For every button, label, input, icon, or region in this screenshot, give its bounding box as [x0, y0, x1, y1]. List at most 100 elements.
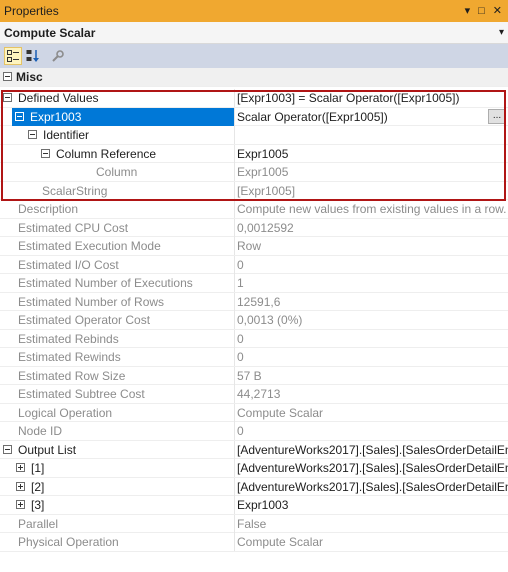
window-title: Properties [4, 4, 59, 18]
property-value[interactable]: Expr1005 [237, 145, 508, 163]
property-name: Node ID [18, 424, 63, 438]
property-pages-icon[interactable] [48, 47, 66, 65]
property-row-output-1[interactable]: [1] [AdventureWorks2017].[Sales].[SalesO… [0, 459, 508, 478]
properties-title-bar: Properties ▾ □ ✕ [0, 0, 508, 22]
property-row-estimated-number-of-executions[interactable]: Estimated Number of Executions 1 [0, 274, 508, 293]
property-value: Expr1005 [237, 165, 289, 179]
property-name: Estimated Number of Rows [18, 294, 165, 309]
property-row-defined-values[interactable]: Defined Values [Expr1003] = Scalar Opera… [0, 89, 508, 108]
expand-icon[interactable] [16, 500, 25, 509]
property-value[interactable]: [AdventureWorks2017].[Sales].[SalesOrder… [237, 441, 508, 459]
categorized-icon[interactable] [4, 47, 22, 65]
property-name: Logical Operation [18, 405, 113, 420]
category-misc[interactable]: Misc [0, 68, 508, 87]
ellipsis-button[interactable]: ... [488, 108, 506, 124]
property-name: Estimated Subtree Cost [18, 387, 145, 401]
property-row-estimated-rebinds[interactable]: Estimated Rebinds 0 [0, 329, 508, 348]
property-value[interactable] [237, 126, 508, 144]
property-name: Column Reference [56, 146, 157, 161]
expand-icon[interactable] [16, 481, 25, 491]
property-name: Identifier [43, 128, 90, 142]
category-label: Misc [16, 70, 43, 84]
expand-icon[interactable] [16, 463, 25, 472]
collapse-icon[interactable] [41, 148, 50, 158]
property-row-estimated-number-of-rows[interactable]: Estimated Number of Rows 12591,6 [0, 292, 508, 311]
property-name: Estimated Rewinds [18, 350, 121, 364]
property-row-output-2[interactable]: [2] [AdventureWorks2017].[Sales].[SalesO… [0, 477, 508, 496]
close-icon[interactable]: ✕ [493, 0, 502, 22]
property-row-estimated-row-size[interactable]: Estimated Row Size 57 B [0, 366, 508, 385]
property-name: Defined Values [18, 91, 99, 105]
maximize-icon[interactable]: □ [478, 0, 485, 22]
property-name: ScalarString [42, 183, 108, 198]
property-name: Estimated Row Size [18, 368, 126, 383]
property-name-selected: Expr1003 [12, 107, 234, 126]
property-value: 0 [237, 257, 244, 272]
property-name: Estimated Rebinds [18, 331, 119, 346]
property-row-estimated-rewinds[interactable]: Estimated Rewinds 0 [0, 348, 508, 367]
collapse-icon[interactable] [28, 130, 37, 139]
property-value: 0 [237, 350, 244, 364]
property-name: Estimated Operator Cost [18, 313, 151, 327]
property-value: [Expr1005] [237, 183, 296, 198]
collapse-icon[interactable] [3, 93, 12, 102]
property-name: [3] [31, 498, 45, 512]
collapse-icon[interactable] [3, 72, 12, 81]
property-name: Estimated Number of Executions [18, 276, 193, 290]
property-value[interactable]: [AdventureWorks2017].[Sales].[SalesOrder… [237, 478, 508, 496]
property-value[interactable]: [AdventureWorks2017].[Sales].[SalesOrder… [237, 459, 508, 477]
property-row-expr1003[interactable]: Expr1003 Scalar Operator([Expr1005]) ... [0, 107, 508, 126]
property-value: 0 [237, 424, 244, 438]
properties-toolbar [0, 44, 508, 68]
property-row-estimated-subtree-cost[interactable]: Estimated Subtree Cost 44,2713 [0, 385, 508, 404]
property-row-estimated-cpu-cost[interactable]: Estimated CPU Cost 0,0012592 [0, 218, 508, 237]
property-row-column-reference[interactable]: Column Reference Expr1005 [0, 144, 508, 163]
property-value: 0,0012592 [237, 220, 294, 235]
property-value[interactable]: Expr1003 [237, 496, 508, 514]
property-value: 57 B [237, 368, 262, 383]
property-row-output-list[interactable]: Output List [AdventureWorks2017].[Sales]… [0, 440, 508, 459]
property-row-estimated-execution-mode[interactable]: Estimated Execution Mode Row [0, 237, 508, 256]
property-name: Estimated CPU Cost [18, 220, 129, 235]
alphabetical-icon[interactable] [24, 47, 42, 65]
property-name: Physical Operation [18, 535, 119, 549]
property-value: Compute Scalar [237, 405, 324, 420]
property-name-text: Expr1003 [30, 109, 82, 124]
property-value: Compute Scalar [237, 535, 324, 549]
property-name: Description [18, 202, 79, 216]
property-row-physical-operation[interactable]: Physical Operation Compute Scalar [0, 533, 508, 552]
property-row-description[interactable]: Description Compute new values from exis… [0, 200, 508, 219]
property-row-logical-operation[interactable]: Logical Operation Compute Scalar [0, 403, 508, 422]
property-value: False [237, 516, 267, 531]
property-row-column[interactable]: Column Expr1005 [0, 163, 508, 182]
chevron-down-icon[interactable]: ▾ [499, 22, 504, 44]
property-value: Compute new values from existing values … [237, 202, 507, 216]
property-value: 44,2713 [237, 387, 281, 401]
object-selector[interactable]: Compute Scalar ▾ [0, 22, 508, 44]
window-controls: ▾ □ ✕ [465, 0, 502, 22]
property-row-estimated-io-cost[interactable]: Estimated I/O Cost 0 [0, 255, 508, 274]
property-row-estimated-operator-cost[interactable]: Estimated Operator Cost 0,0013 (0%) [0, 311, 508, 330]
property-value: Row [237, 239, 262, 253]
property-name: Estimated Execution Mode [18, 239, 161, 253]
property-value: 0,0013 (0%) [237, 313, 303, 327]
property-name: Output List [18, 442, 77, 457]
property-value: 12591,6 [237, 294, 281, 309]
property-value[interactable]: [Expr1003] = Scalar Operator([Expr1005]) [237, 89, 508, 107]
property-row-scalarstring[interactable]: ScalarString [Expr1005] [0, 181, 508, 200]
property-name: Parallel [18, 516, 59, 531]
dropdown-icon[interactable]: ▾ [465, 0, 471, 22]
property-value[interactable]: Scalar Operator([Expr1005]) [237, 108, 508, 126]
property-name: [1] [31, 461, 45, 475]
property-name: [2] [31, 479, 45, 494]
property-row-output-3[interactable]: [3] Expr1003 [0, 496, 508, 515]
property-name: Column [96, 165, 138, 179]
property-name: Estimated I/O Cost [18, 257, 119, 272]
collapse-icon[interactable] [15, 111, 24, 121]
property-value: 0 [237, 331, 244, 346]
property-row-parallel[interactable]: Parallel False [0, 514, 508, 533]
collapse-icon[interactable] [3, 444, 12, 454]
property-row-node-id[interactable]: Node ID 0 [0, 422, 508, 441]
property-value: 1 [237, 276, 244, 290]
property-row-identifier[interactable]: Identifier [0, 126, 508, 145]
